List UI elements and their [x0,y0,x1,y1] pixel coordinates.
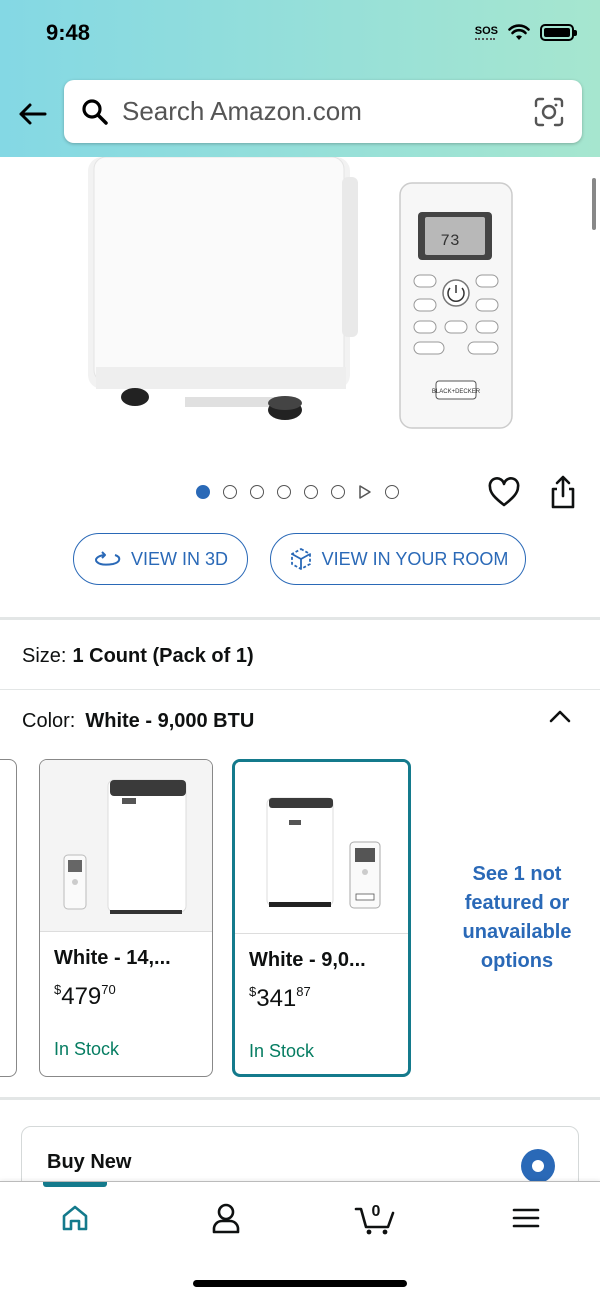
rotate-3d-icon [94,551,121,566]
chevron-up-icon[interactable] [547,706,573,726]
search-icon [82,98,108,125]
status-icons: SOS [475,24,577,41]
air-conditioner-image: 73 BLACK+DECKER [88,156,513,429]
carousel-dot[interactable] [304,485,318,499]
active-tab-indicator [43,1182,107,1187]
swatch-image [235,762,408,934]
cart-count: 0 [372,1203,381,1220]
nav-cart[interactable]: 0 [336,1182,416,1254]
stock-status: In Stock [249,1041,315,1061]
swatch-image [40,760,212,932]
see-unavailable-options-link[interactable]: See 1 not featured or unavailable option… [450,860,584,976]
color-swatch-white-9000[interactable]: White - 9,0... $34187 In Stock [232,759,411,1077]
size-selector[interactable]: Size: 1 Count (Pack of 1) [22,645,254,668]
remote-display-text: 73 [440,232,459,250]
color-swatch-white-14000[interactable]: White - 14,... $47970 In Stock [39,759,213,1077]
carousel-dot[interactable] [331,485,345,499]
view-in-3d-label: VIEW IN 3D [130,548,228,569]
home-indicator[interactable] [193,1280,407,1287]
bottom-nav: 0 [0,1181,600,1299]
cart-icon: 0 [354,1203,395,1235]
nav-home[interactable] [35,1182,115,1254]
nav-menu[interactable] [486,1182,566,1254]
divider [0,689,600,690]
swatch-price: $47970 [54,982,116,1010]
header: 9:48 SOS Search Amazon.com [0,0,600,157]
buy-new-title: Buy New [47,1151,132,1173]
divider [0,617,600,620]
menu-icon [512,1208,540,1228]
size-value: 1 Count (Pack of 1) [72,645,254,667]
battery-icon [540,24,577,41]
carousel-dot[interactable] [196,485,210,499]
swatch-price: $34187 [249,984,311,1012]
back-button[interactable] [14,96,50,132]
carousel-dot[interactable] [250,485,264,499]
status-time: 9:48 [46,20,91,45]
swatch-partial[interactable] [0,759,17,1077]
carousel-dot[interactable] [277,485,291,499]
color-label: Color: [22,710,76,732]
view-in-3d-button[interactable]: VIEW IN 3D [73,533,248,585]
ar-cube-icon [290,547,311,571]
stock-status: In Stock [54,1039,120,1059]
image-carousel-dots[interactable] [196,484,399,500]
color-value: White - 9,000 BTU [85,710,255,732]
nav-account[interactable] [186,1182,266,1254]
sos-indicator: SOS [475,25,498,40]
color-selector: Color: White - 9,000 BTU [22,710,254,733]
product-page: 9:48 SOS Search Amazon.com 73 BLACK+DECK… [0,0,600,1299]
size-label: Size: [22,645,67,667]
swatch-name: White - 9,0... [249,949,366,971]
search-input[interactable]: Search Amazon.com [122,96,532,127]
divider [0,1097,600,1100]
wifi-icon [508,24,530,40]
search-bar[interactable]: Search Amazon.com [64,80,582,143]
remote-brand-logo: BLACK+DECKER [432,389,481,395]
camera-scan-icon[interactable] [532,95,566,129]
heart-icon[interactable] [487,476,521,510]
view-in-your-room-button[interactable]: VIEW IN YOUR ROOM [270,533,526,585]
share-icon[interactable] [548,474,578,510]
carousel-dot[interactable] [385,485,399,499]
video-play-icon[interactable] [358,484,372,500]
product-image[interactable]: 73 BLACK+DECKER [0,156,600,447]
home-icon [62,1205,88,1231]
back-arrow-icon [19,103,47,125]
account-icon [212,1203,240,1234]
carousel-dot[interactable] [223,485,237,499]
buy-new-radio[interactable] [521,1149,555,1183]
view-in-your-room-label: VIEW IN YOUR ROOM [321,548,509,569]
scrollbar[interactable] [592,178,596,230]
swatch-name: White - 14,... [54,947,171,969]
